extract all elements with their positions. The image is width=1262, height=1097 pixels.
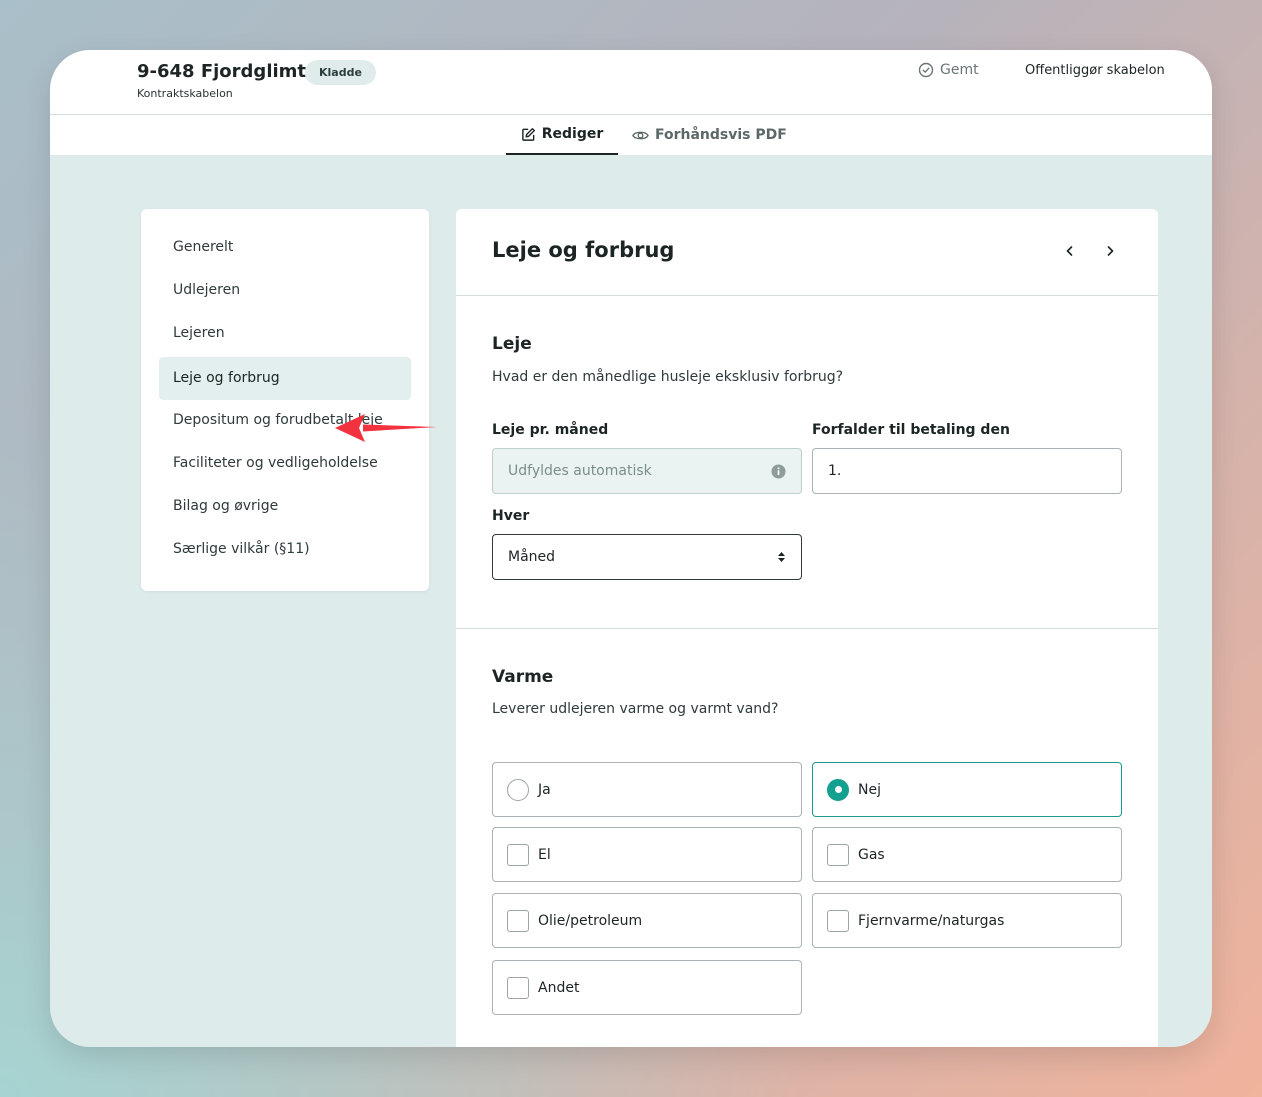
checkbox-el[interactable] <box>507 843 529 866</box>
checkbox-label-fjernvarme: Fjernvarme/naturgas <box>858 912 1005 929</box>
rent-label: Leje pr. måned <box>492 422 609 438</box>
panel-title: Leje og forbrug <box>492 238 675 262</box>
checkbox-gas[interactable] <box>827 843 849 866</box>
annotation-arrow <box>335 414 437 442</box>
radio-button-nej[interactable] <box>827 778 849 801</box>
tab-bar: Rediger Forhåndsvis PDF <box>50 115 1212 155</box>
tab-edit-label: Rediger <box>541 126 604 142</box>
frequency-label: Hver <box>492 508 530 524</box>
document-title: 9-648 Fjordglimt <box>137 61 307 82</box>
eye-icon <box>632 131 649 139</box>
app-window: 9-648 Fjordglimt Kladde Kontraktskabelon… <box>50 50 1212 1047</box>
radio-option-nej[interactable]: Nej <box>812 762 1122 817</box>
top-bar: 9-648 Fjordglimt Kladde Kontraktskabelon… <box>50 50 1212 115</box>
section-description-varme: Leverer udlejeren varme og varmt vand? <box>492 701 779 717</box>
radio-option-ja[interactable]: Ja <box>492 762 802 817</box>
chevron-right-icon <box>1107 246 1114 256</box>
sidebar-item-leje-og-forbrug[interactable]: Leje og forbrug <box>159 357 411 400</box>
saved-label: Gemt <box>940 62 979 78</box>
edit-icon <box>521 127 535 141</box>
due-date-value: 1. <box>828 463 842 479</box>
divider <box>456 295 1158 296</box>
rent-per-month-field[interactable]: Udfyldes automatisk <box>492 448 802 494</box>
sidebar-item-saerlige-vilkaar[interactable]: Særlige vilkår (§11) <box>159 528 411 571</box>
checkbox-label-el: El <box>538 846 551 863</box>
checkbox-option-gas[interactable]: Gas <box>812 827 1122 882</box>
section-description-leje: Hvad er den månedlige husleje eksklusiv … <box>492 369 844 385</box>
tab-preview-pdf[interactable]: Forhåndsvis PDF <box>632 115 787 155</box>
radio-button-ja[interactable] <box>507 778 529 801</box>
checkbox-label-olie: Olie/petroleum <box>538 912 643 929</box>
rent-placeholder: Udfyldes automatisk <box>508 463 652 479</box>
due-date-label: Forfalder til betaling den <box>812 422 1010 438</box>
frequency-select[interactable]: Måned <box>492 534 802 580</box>
divider <box>456 628 1158 629</box>
tab-edit[interactable]: Rediger <box>506 115 618 155</box>
due-date-input[interactable]: 1. <box>812 448 1122 494</box>
document-subtitle: Kontraktskabelon <box>137 87 233 100</box>
checkbox-fjernvarme[interactable] <box>827 909 849 932</box>
frequency-value: Måned <box>508 549 556 565</box>
radio-label-ja: Ja <box>538 781 551 798</box>
checkbox-olie[interactable] <box>507 909 529 932</box>
publish-template-button[interactable]: Offentliggør skabelon <box>1025 63 1165 78</box>
tab-preview-label: Forhåndsvis PDF <box>655 127 787 143</box>
radio-label-nej: Nej <box>858 781 881 798</box>
sort-arrows-icon <box>778 552 785 562</box>
section-title-varme: Varme <box>492 667 554 687</box>
sidebar-item-faciliteter[interactable]: Faciliteter og vedligeholdelse <box>159 442 411 485</box>
section-title-leje: Leje <box>492 334 532 354</box>
previous-section-button[interactable] <box>1058 239 1082 263</box>
checkbox-label-andet: Andet <box>538 979 580 996</box>
checkbox-label-gas: Gas <box>858 846 885 863</box>
status-badge: Kladde <box>305 60 376 85</box>
info-icon <box>771 463 786 479</box>
section-sidebar: Generelt Udlejeren Lejeren Leje og forbr… <box>141 209 429 591</box>
check-circle-icon <box>918 62 934 78</box>
sidebar-item-udlejeren[interactable]: Udlejeren <box>159 269 411 312</box>
sidebar-item-bilag[interactable]: Bilag og øvrige <box>159 485 411 528</box>
chevron-left-icon <box>1066 246 1073 256</box>
sidebar-item-generelt[interactable]: Generelt <box>159 226 411 269</box>
checkbox-option-fjernvarme[interactable]: Fjernvarme/naturgas <box>812 893 1122 948</box>
checkbox-option-andet[interactable]: Andet <box>492 960 802 1015</box>
saved-status: Gemt <box>918 62 979 78</box>
form-panel: Leje og forbrug Leje Hvad er den månedli… <box>456 209 1158 1047</box>
checkbox-andet[interactable] <box>507 976 529 999</box>
next-section-button[interactable] <box>1098 239 1122 263</box>
checkbox-option-olie[interactable]: Olie/petroleum <box>492 893 802 948</box>
checkbox-option-el[interactable]: El <box>492 827 802 882</box>
sidebar-item-lejeren[interactable]: Lejeren <box>159 312 411 355</box>
